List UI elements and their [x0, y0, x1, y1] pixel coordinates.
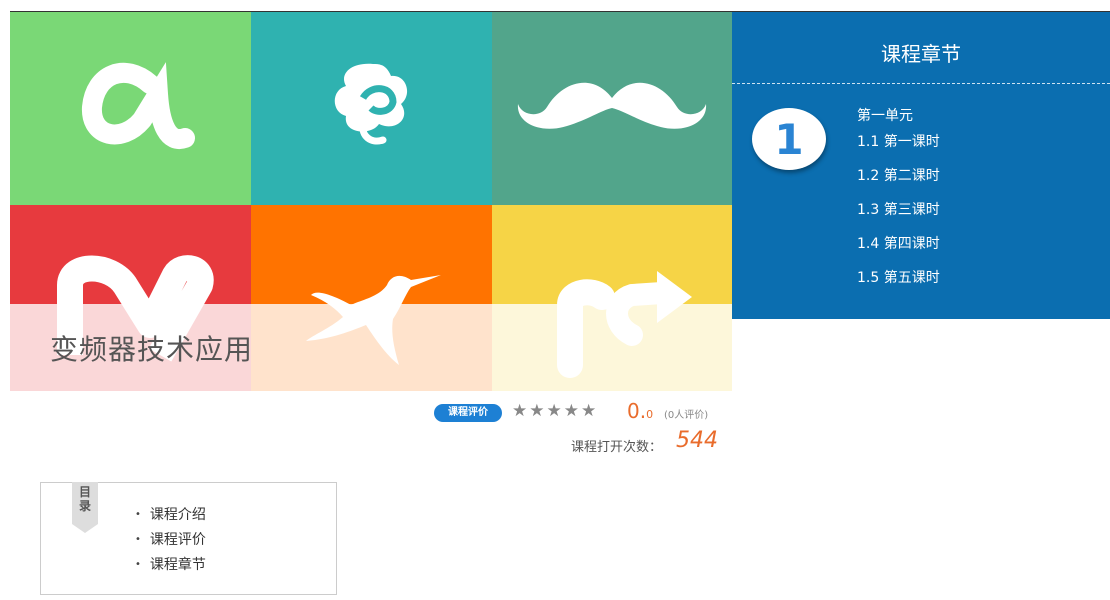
- table-of-contents: 目录 课程介绍 课程评价 课程章节: [40, 482, 337, 595]
- toc-item-rating[interactable]: 课程评价: [135, 530, 206, 555]
- banner-tile-seagreen: [492, 12, 732, 205]
- course-banner[interactable]: 变频器技术应用: [10, 12, 732, 391]
- unit-number-badge: 1: [752, 108, 826, 170]
- lesson-list: 1.1 第一课时 1.2 第二课时 1.3 第三课时 1.4 第四课时 1.5 …: [857, 132, 940, 302]
- toc-item-intro[interactable]: 课程介绍: [135, 505, 206, 530]
- mustache-icon: [492, 12, 732, 205]
- lesson-item[interactable]: 1.2 第二课时: [857, 166, 940, 200]
- dashed-divider: [732, 83, 1110, 84]
- lesson-item[interactable]: 1.3 第三课时: [857, 200, 940, 234]
- banner-tile-green: [10, 12, 251, 205]
- rating-stars-icon[interactable]: ★★★★★: [512, 401, 598, 421]
- course-title: 变频器技术应用: [50, 333, 254, 366]
- lesson-item[interactable]: 1.5 第五课时: [857, 268, 940, 302]
- course-rating-button[interactable]: 课程评价: [434, 404, 502, 422]
- lesson-item[interactable]: 1.4 第四课时: [857, 234, 940, 268]
- toc-tag-label: 目录: [78, 485, 91, 513]
- chapter-panel: 课程章节 1 第一单元 1.1 第一课时 1.2 第二课时 1.3 第三课时 1…: [732, 12, 1110, 319]
- score-decimal: 0: [646, 408, 654, 421]
- open-count-value: 544: [676, 428, 718, 453]
- unit-title[interactable]: 第一单元: [857, 105, 913, 125]
- chapter-panel-title: 课程章节: [881, 42, 961, 66]
- rating-score: 0.0: [627, 399, 653, 423]
- score-integer: 0.: [627, 399, 647, 423]
- cloud-logo-icon: [251, 12, 492, 205]
- toc-item-chapters[interactable]: 课程章节: [135, 555, 206, 580]
- open-count-label: 课程打开次数：: [571, 440, 663, 455]
- banner-tile-teal: [251, 12, 492, 205]
- rating-count: (0人评价): [664, 410, 709, 421]
- toc-bookmark-icon: 目录: [72, 482, 98, 533]
- alpha-logo-icon: [10, 12, 251, 205]
- lesson-item[interactable]: 1.1 第一课时: [857, 132, 940, 166]
- toc-list: 课程介绍 课程评价 课程章节: [135, 505, 206, 580]
